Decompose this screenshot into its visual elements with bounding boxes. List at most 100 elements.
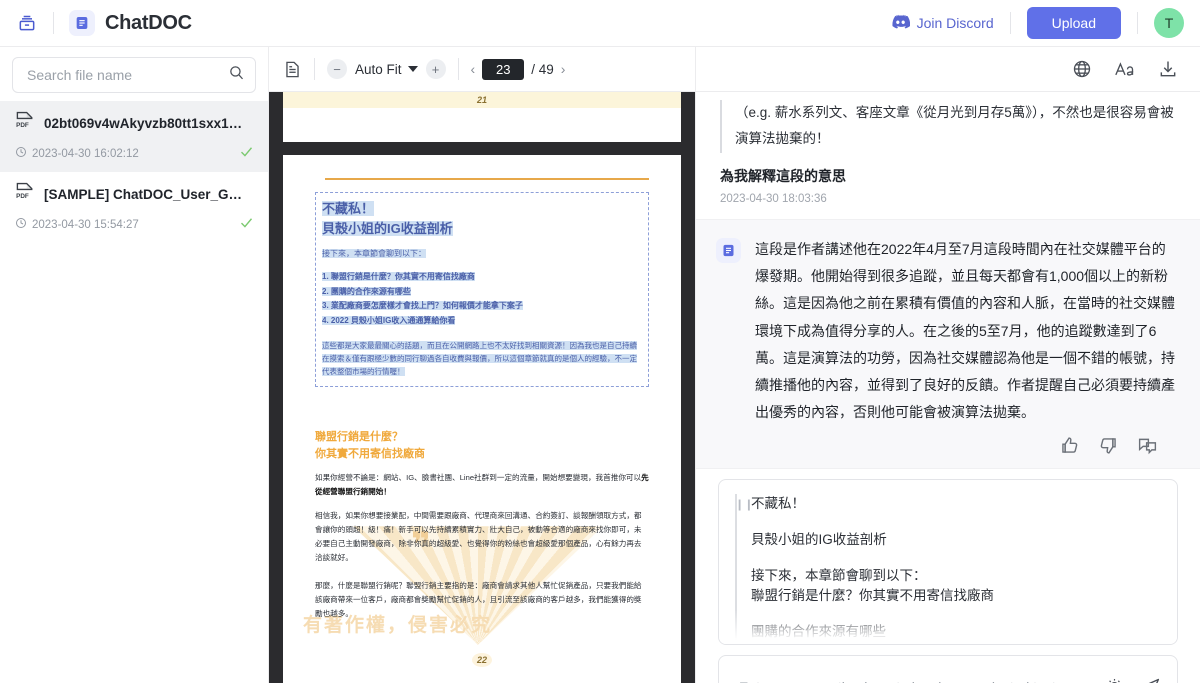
header-divider-3 — [1137, 12, 1138, 34]
quote-reply-icon[interactable] — [1137, 435, 1158, 456]
pdf-file-icon: PDF — [14, 110, 36, 137]
file-row-title: PDF [SAMPLE] ChatDOC_User_G… — [14, 181, 254, 208]
conversation-scroll[interactable]: （e.g. 薪水系列文、客座文章《從月光到月存5萬》），不然也是很容易會被演算法… — [696, 92, 1200, 683]
search-icon[interactable] — [228, 64, 245, 86]
avatar[interactable]: T — [1154, 8, 1184, 38]
globe-icon[interactable] — [1072, 59, 1092, 79]
file-list: PDF 02bt069v4wAkyvzb80tt1sxx1… 2023-04-3… — [0, 101, 268, 683]
quote-line: 不藏私！ — [751, 495, 805, 511]
thumbs-down-icon[interactable] — [1098, 435, 1119, 456]
pdf-section-2: 聯盟行銷是什麼？ 你其實不用寄信找廠商 如果你經營不論是：網站、IG、臉書社團、… — [315, 429, 649, 620]
search-input[interactable] — [25, 66, 228, 84]
clock-icon — [15, 145, 27, 163]
selection-item: 1. 聯盟行銷是什麼？你其實不用寄信找廠商 — [322, 271, 475, 281]
user-question-text: 為我解釋這段的意思 — [720, 167, 846, 184]
chat-pane: （e.g. 薪水系列文、客座文章《從月光到月存5萬》），不然也是很容易會被演算法… — [696, 47, 1200, 683]
page-number-input[interactable]: 23 — [482, 58, 525, 80]
thumbs-up-icon[interactable] — [1059, 435, 1080, 456]
section2-paragraph-1: 如果你經營不論是：網站、IG、臉書社團、Line社群到一定的流量，開始想要變現，… — [315, 473, 649, 497]
selection-intro: 接下來，本章節會聊到以下： — [322, 249, 426, 259]
clock-icon — [15, 216, 27, 234]
list-item[interactable]: PDF [SAMPLE] ChatDOC_User_G… 2023-04-30 … — [0, 172, 268, 243]
brand-name: ChatDOC — [105, 11, 192, 34]
send-icon[interactable] — [1140, 676, 1161, 683]
message-timestamp: 2023-04-30 18:03:36 — [720, 192, 827, 205]
selection-item: 4. 2022 貝殼小姐IG收入通通算給你看 — [322, 316, 456, 326]
app-header: ChatDOC Join Discord Upload T — [0, 0, 1200, 47]
ai-answer-text: 這段是作者講述他在2022年4月至7月這段時間內在社交媒體平台的爆發期。他開始得… — [755, 240, 1175, 421]
ai-message: 這段是作者講述他在2022年4月至7月這段時間內在社交媒體平台的爆發期。他開始得… — [696, 218, 1200, 469]
join-discord-label: Join Discord — [916, 15, 994, 31]
document-outline-icon[interactable] — [283, 60, 302, 79]
download-icon[interactable] — [1158, 59, 1178, 79]
header-right: Join Discord Upload T — [891, 7, 1184, 39]
header-left: ChatDOC — [14, 10, 192, 36]
pdf-viewer-pane: − Auto Fit + ‹ 23 / 49 › 21 ❞ 有著作權，侵害必究 … — [269, 47, 696, 683]
ai-message-row: 這段是作者講述他在2022年4月至7月這段時間內在社交媒體平台的爆發期。他開始得… — [716, 236, 1176, 427]
document-lines-icon — [69, 10, 95, 36]
file-row-title: PDF 02bt069v4wAkyvzb80tt1sxx1… — [14, 110, 254, 137]
chevron-down-icon — [407, 66, 418, 72]
pdf-scroll-area[interactable]: 21 ❞ 有著作權，侵害必究 不藏私！ 貝殼小姐的IG收益剖析 接下來，本章節會… — [269, 92, 695, 683]
zoom-in-button[interactable]: + — [425, 59, 446, 79]
check-icon — [239, 215, 254, 235]
svg-text:PDF: PDF — [16, 122, 29, 129]
page-total-label: / 49 — [531, 61, 554, 77]
brand[interactable]: ChatDOC — [69, 10, 192, 36]
pdf-page-number-previous: 21 — [283, 92, 681, 108]
prev-page-button[interactable]: ‹ — [471, 61, 476, 77]
selected-text-card[interactable]: ❙❙ 不藏私！ 貝殼小姐的IG收益剖析 接下來，本章節會聊到以下： 聯盟行銷是什… — [718, 478, 1178, 645]
selection-item: 2. 團購的合作來源有哪些 — [322, 286, 411, 296]
question-input[interactable] — [737, 677, 1089, 683]
quote-fade-overlay — [719, 609, 1177, 644]
page-rule — [325, 178, 649, 180]
quoted-source-text: （e.g. 薪水系列文、客座文章《從月光到月存5萬》），不然也是很容易會被演算法… — [720, 100, 1176, 153]
question-input-card[interactable] — [718, 654, 1178, 683]
header-divider-2 — [1009, 12, 1011, 34]
section2-paragraph-3: 那麼，什麼是聯盟行銷呢？聯盟行銷主要指的是：廠商會請求其他人幫忙促銷產品，只要我… — [315, 580, 642, 618]
list-item[interactable]: PDF 02bt069v4wAkyvzb80tt1sxx1… 2023-04-3… — [0, 101, 268, 172]
pdf-toolbar: − Auto Fit + ‹ 23 / 49 › — [269, 47, 695, 92]
zoom-out-button[interactable]: − — [327, 59, 347, 79]
pdf-toolbar-divider-2 — [457, 58, 459, 80]
file-timestamp: 2023-04-30 16:02:12 — [32, 148, 139, 160]
compose-area: ❙❙ 不藏私！ 貝殼小姐的IG收益剖析 接下來，本章節會聊到以下： 聯盟行銷是什… — [696, 469, 1200, 683]
selection-paragraph: 這些都是大家最最關心的話題，而且在公開網路上也不太好找到相關資源！因為我也是自己… — [322, 341, 637, 377]
section2-heading-1: 聯盟行銷是什麼？ — [315, 431, 403, 444]
list-item-label: 02bt069v4wAkyvzb80tt1sxx1… — [44, 116, 243, 131]
upload-button[interactable]: Upload — [1026, 7, 1121, 39]
pdf-toolbar-divider-1 — [314, 58, 315, 80]
file-timestamp: 2023-04-30 15:54:27 — [32, 219, 139, 231]
section2-heading-2: 你其實不用寄信找廠商 — [315, 447, 425, 460]
search-box[interactable] — [12, 57, 256, 93]
next-page-button[interactable]: › — [561, 61, 566, 77]
text-selection-box[interactable]: 不藏私！ 貝殼小姐的IG收益剖析 接下來，本章節會聊到以下： 1. 聯盟行銷是什… — [315, 192, 649, 388]
check-icon — [239, 144, 254, 164]
zoom-level-select[interactable]: Auto Fit — [355, 62, 418, 77]
selection-item: 3. 業配廠商要怎麼樣才會找上門？如何報價才能拿下案子 — [322, 301, 523, 311]
user-message: （e.g. 薪水系列文、客座文章《從月光到月存5萬》），不然也是很容易會被演算法… — [696, 92, 1200, 219]
discord-icon — [891, 14, 910, 32]
page-navigation: ‹ 23 / 49 › — [471, 58, 566, 80]
quote-marker: ❙❙ — [735, 498, 754, 511]
sidebar: PDF 02bt069v4wAkyvzb80tt1sxx1… 2023-04-3… — [0, 47, 269, 683]
pdf-page-previous: 21 — [283, 92, 681, 142]
search-wrapper — [0, 57, 268, 101]
font-size-icon[interactable] — [1114, 59, 1136, 79]
lightbulb-icon[interactable] — [1105, 677, 1124, 683]
archive-box-icon[interactable] — [14, 10, 40, 36]
header-divider-1 — [53, 12, 54, 34]
join-discord-link[interactable]: Join Discord — [891, 14, 994, 32]
ai-message-actions — [716, 427, 1176, 460]
chat-toolbar — [696, 47, 1200, 92]
file-row-meta: 2023-04-30 15:54:27 — [14, 215, 254, 235]
file-row-meta: 2023-04-30 16:02:12 — [14, 144, 254, 164]
selection-title-2: 貝殼小姐的IG收益剖析 — [322, 221, 453, 237]
pdf-page-number-current: 22 — [283, 651, 681, 669]
pdf-file-icon: PDF — [14, 181, 36, 208]
quote-line: 接下來，本章節會聊到以下： 聯盟行銷是什麼？你其實不用寄信找廠商 — [751, 567, 994, 604]
app-root: ChatDOC Join Discord Upload T Search fil… — [0, 0, 1200, 683]
app-body: PDF 02bt069v4wAkyvzb80tt1sxx1… 2023-04-3… — [0, 47, 1200, 683]
selection-title-1: 不藏私！ — [322, 201, 375, 216]
list-item-label: [SAMPLE] ChatDOC_User_G… — [44, 187, 243, 202]
